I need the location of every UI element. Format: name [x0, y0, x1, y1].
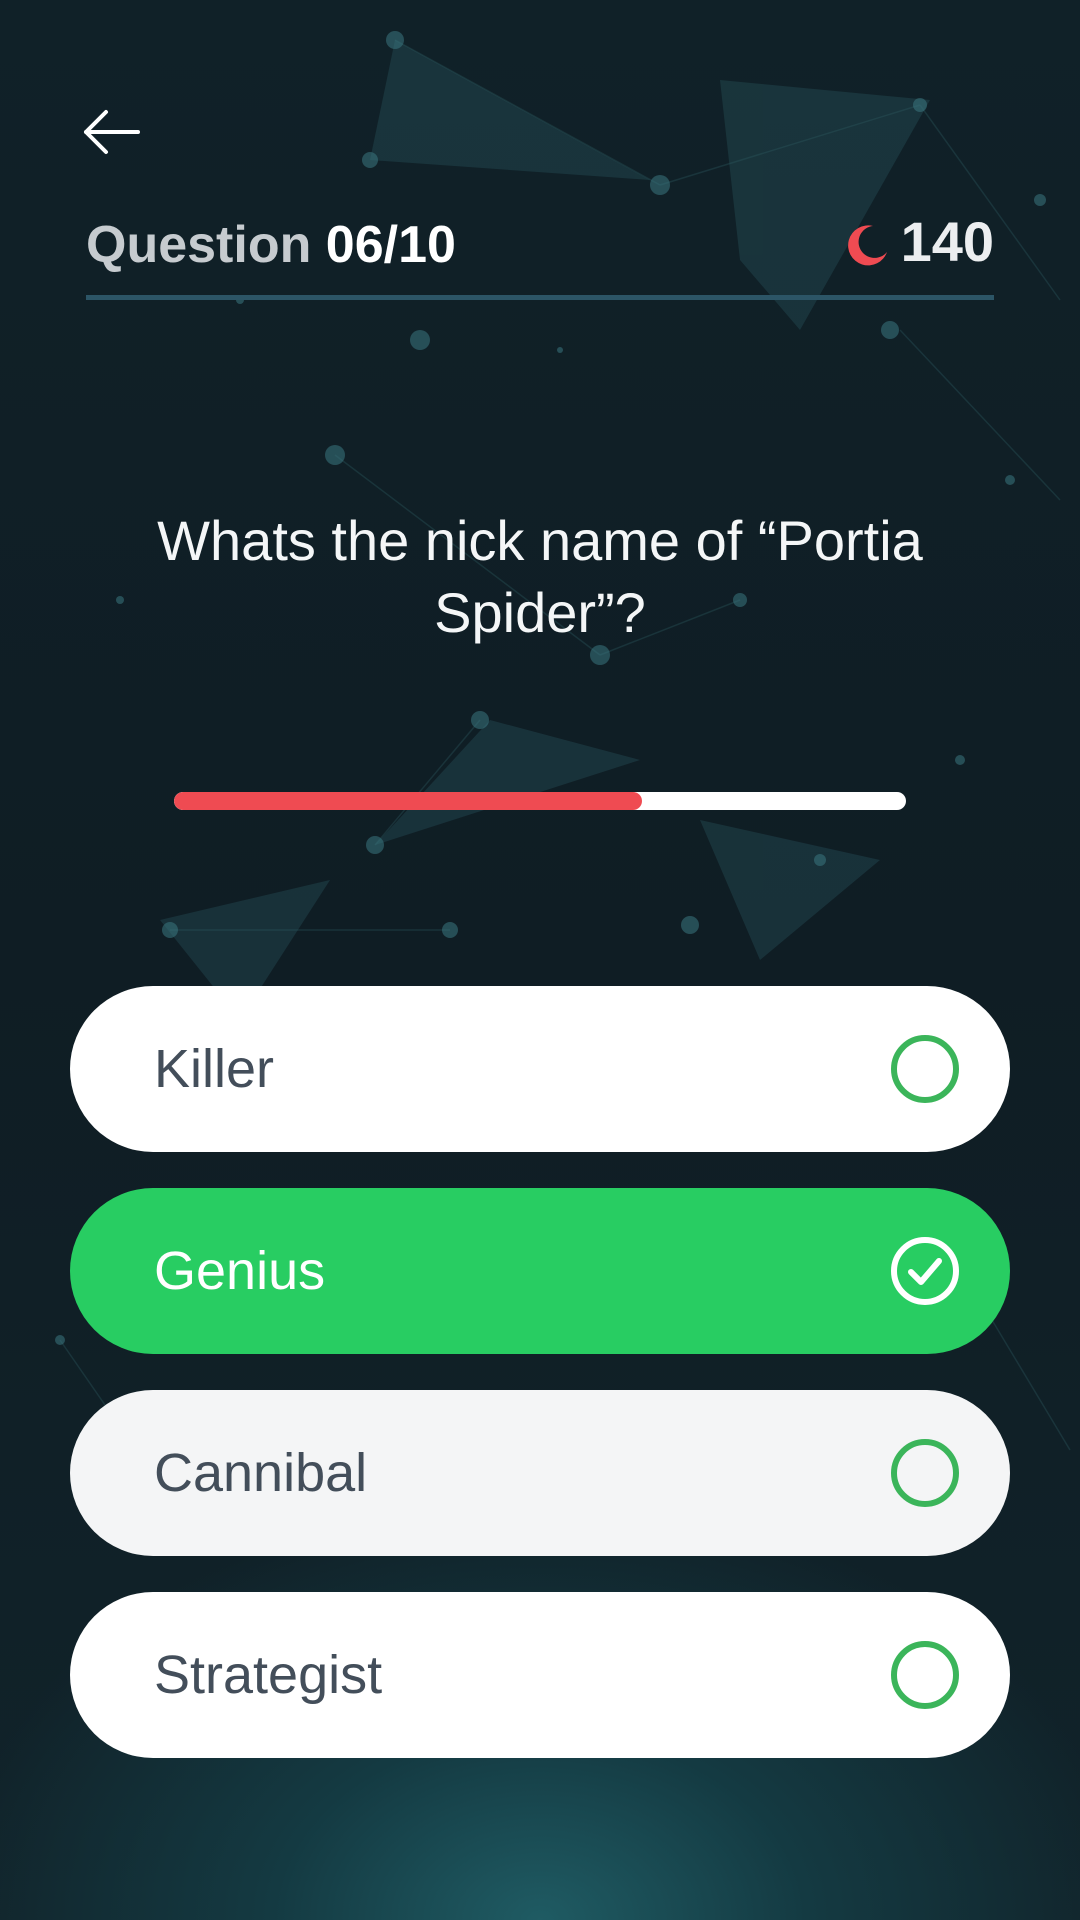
score-display: 140	[843, 209, 994, 274]
timer-progress-fill	[174, 792, 643, 810]
radio-unchecked-icon	[891, 1439, 959, 1507]
score-value: 140	[900, 210, 994, 273]
answer-options: Killer Genius Cannibal Strategist	[70, 986, 1010, 1794]
option-genius[interactable]: Genius	[70, 1188, 1010, 1354]
option-killer[interactable]: Killer	[70, 986, 1010, 1152]
option-label: Cannibal	[154, 1443, 368, 1503]
question-text: Whats the nick name of “Portia Spider”?	[157, 509, 923, 644]
question-counter: Question 06/10	[86, 215, 456, 275]
moon-icon	[847, 224, 887, 265]
option-strategist[interactable]: Strategist	[70, 1592, 1010, 1758]
question-number: 06/10	[325, 216, 456, 274]
timer-progress-bar	[174, 792, 906, 810]
option-label: Killer	[154, 1039, 275, 1099]
back-arrow-icon[interactable]	[80, 100, 144, 164]
option-label: Strategist	[154, 1645, 383, 1705]
radio-unchecked-icon	[891, 1641, 959, 1709]
check-circle-icon	[891, 1237, 959, 1305]
question-prefix: Question	[86, 216, 312, 274]
radio-unchecked-icon	[891, 1035, 959, 1103]
option-cannibal[interactable]: Cannibal	[70, 1390, 1010, 1556]
quiz-header: Question 06/10 140	[86, 205, 994, 300]
option-label: Genius	[154, 1241, 326, 1301]
